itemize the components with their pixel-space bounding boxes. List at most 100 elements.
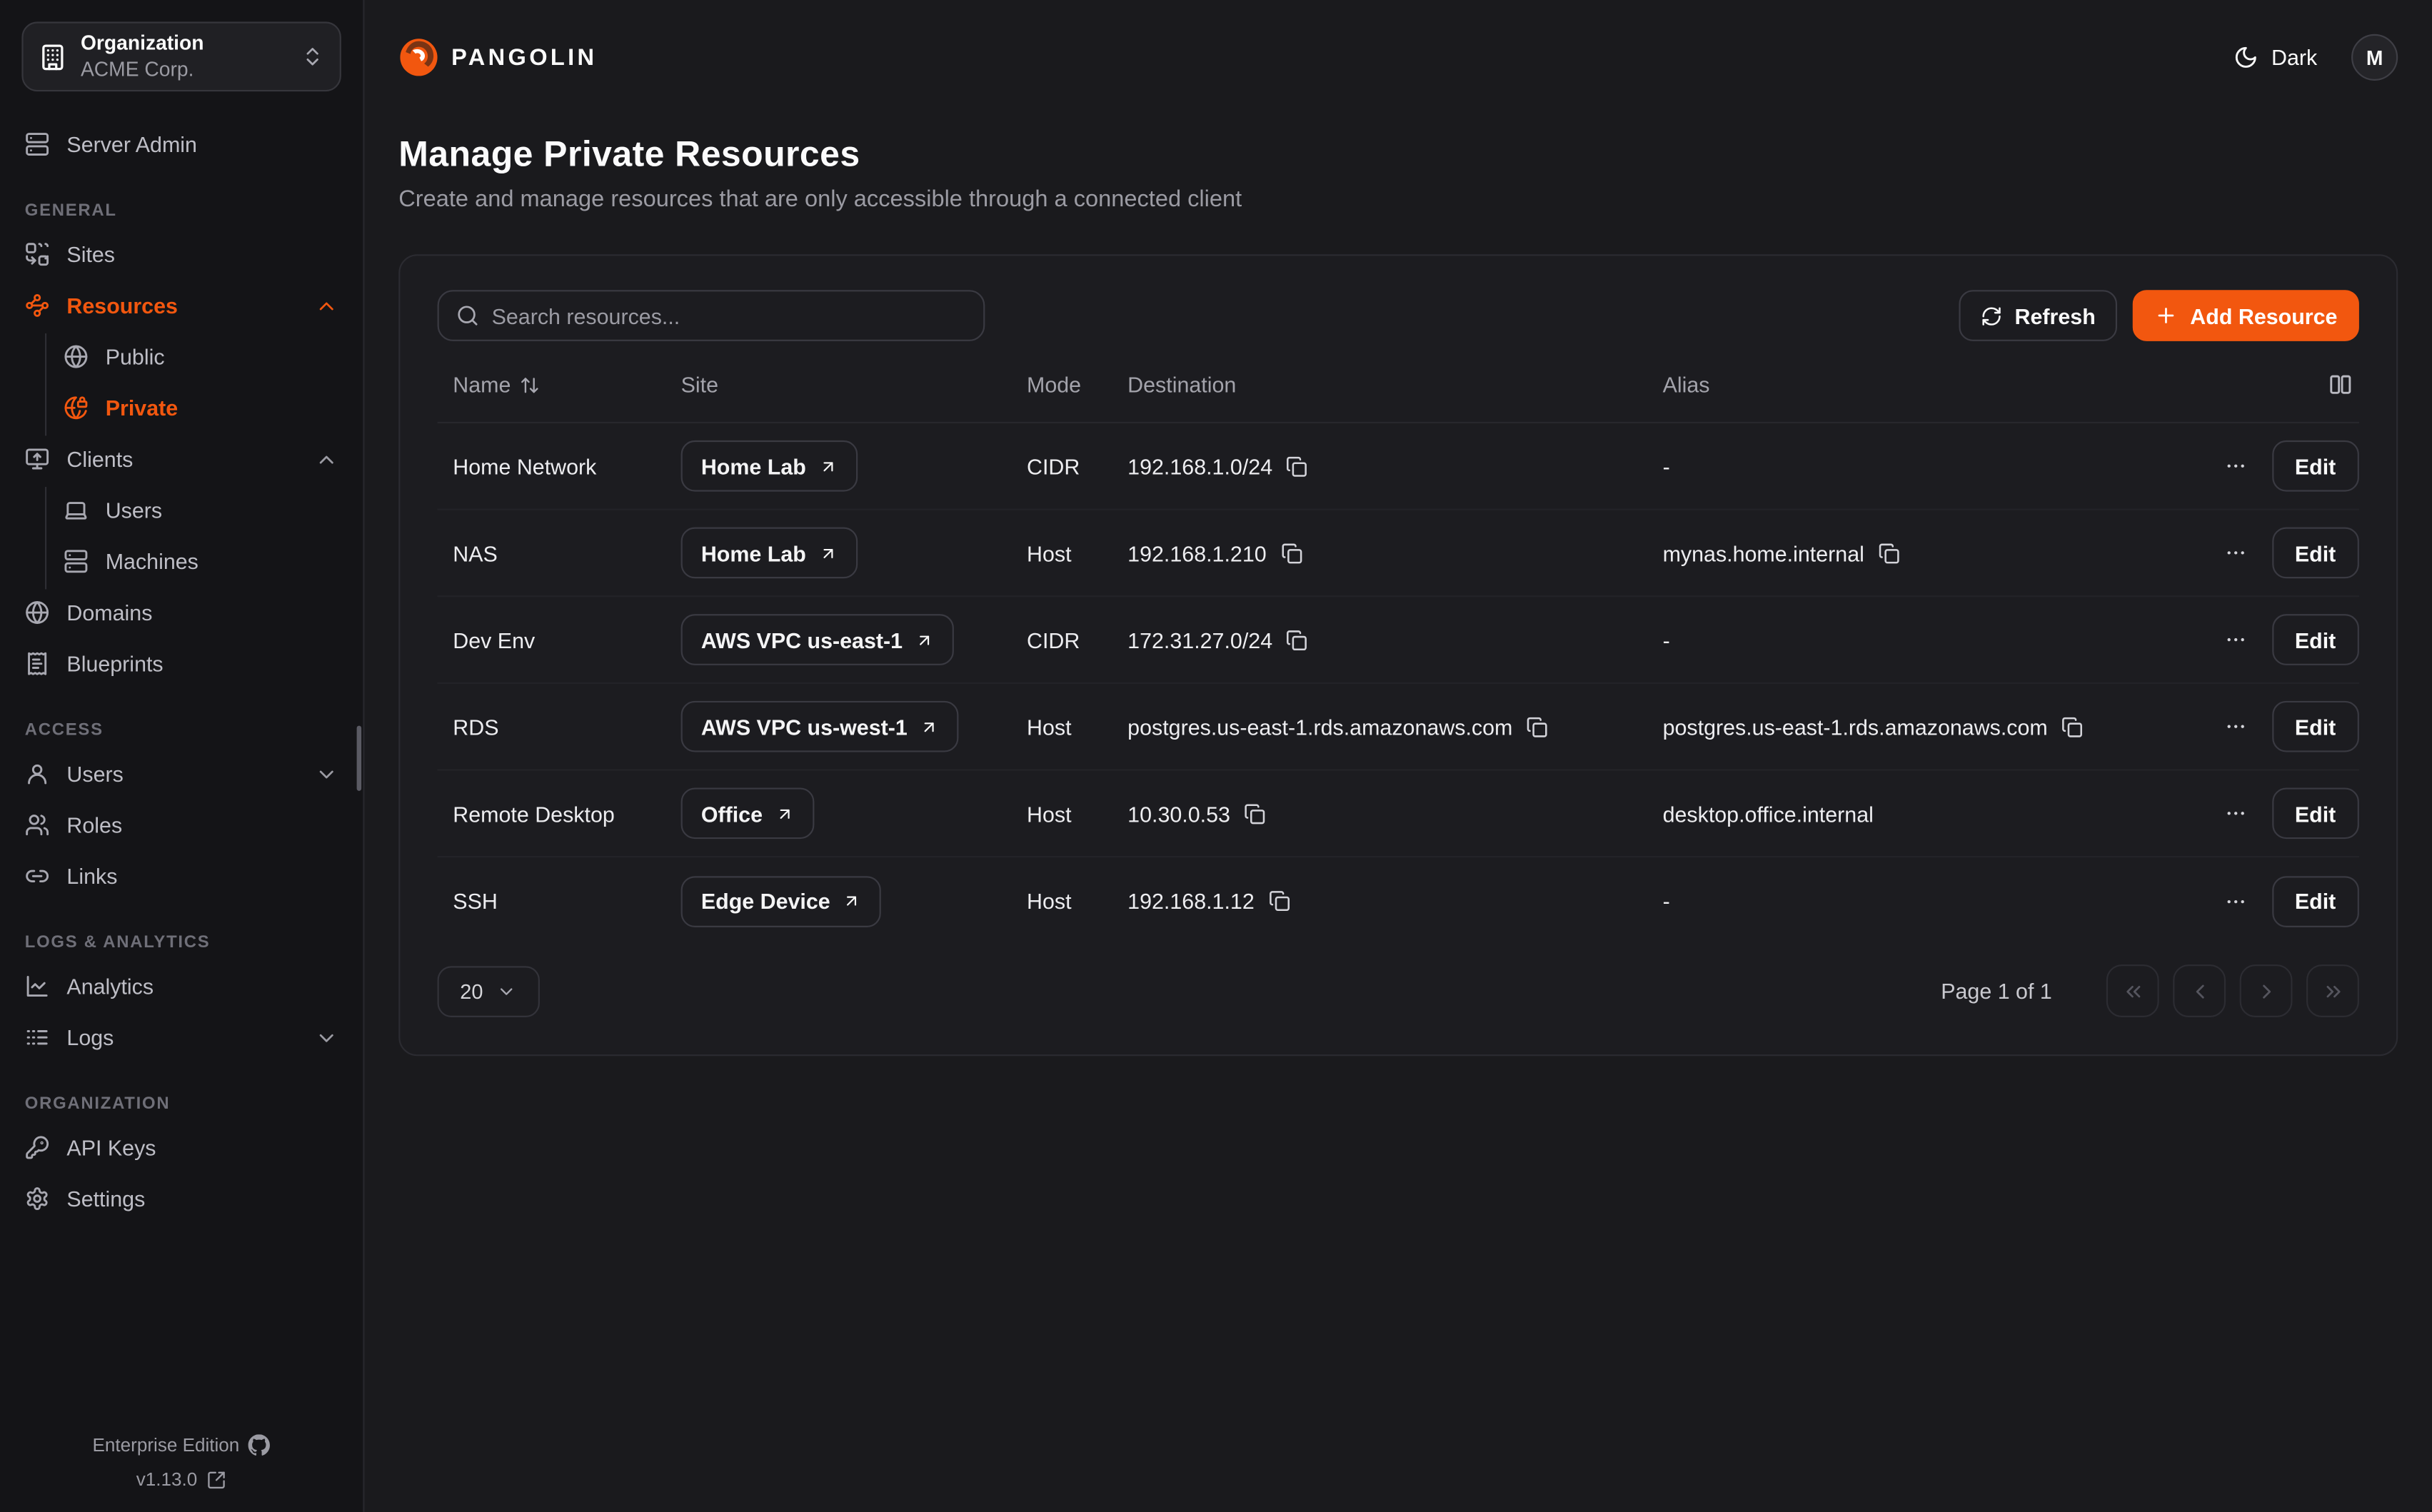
sidebar-item-private[interactable]: Private xyxy=(46,385,338,431)
resource-destination: 192.168.1.0/24 xyxy=(1127,453,1662,478)
row-menu-button[interactable] xyxy=(2224,454,2247,478)
resource-name: RDS xyxy=(453,714,680,739)
copy-icon[interactable] xyxy=(1280,542,1302,563)
resource-destination: 172.31.27.0/24 xyxy=(1127,628,1662,652)
add-resource-button[interactable]: Add Resource xyxy=(2133,290,2359,341)
org-selector-label: Organization xyxy=(81,31,287,56)
copy-icon[interactable] xyxy=(2061,715,2083,737)
site-link[interactable]: AWS VPC us-west-1 xyxy=(681,701,959,752)
row-menu-button[interactable] xyxy=(2224,541,2247,565)
site-link[interactable]: Home Lab xyxy=(681,528,858,579)
resource-destination: 192.168.1.210 xyxy=(1127,540,1662,565)
copy-icon[interactable] xyxy=(1244,802,1265,824)
sidebar-item-users[interactable]: Users xyxy=(25,750,338,797)
sidebar-item-analytics[interactable]: Analytics xyxy=(25,963,338,1009)
gear-icon xyxy=(25,1186,50,1211)
col-name: Name xyxy=(453,372,680,397)
sites-icon xyxy=(25,242,50,267)
edit-button[interactable]: Edit xyxy=(2271,528,2359,579)
resource-mode: Host xyxy=(1027,714,1127,739)
arrow-up-right-icon xyxy=(920,717,938,736)
globe-icon xyxy=(64,344,89,369)
building-icon xyxy=(39,43,66,71)
sidebar: Organization ACME Corp. Server Admin GEN… xyxy=(0,0,364,1512)
site-link[interactable]: Office xyxy=(681,787,814,839)
server-icon xyxy=(25,132,50,157)
first-page-button[interactable] xyxy=(2106,964,2159,1017)
toolbar: Refresh Add Resource xyxy=(438,290,2359,341)
sidebar-item-roles[interactable]: Roles xyxy=(25,802,338,848)
page-size-select[interactable]: 20 xyxy=(438,965,540,1017)
site-link[interactable]: Home Lab xyxy=(681,440,858,492)
sidebar-item-api-keys[interactable]: API Keys xyxy=(25,1124,338,1171)
sidebar-nav: Server Admin GENERAL Sites Resources Pub… xyxy=(0,91,363,1226)
copy-icon[interactable] xyxy=(1878,542,1899,563)
edit-button[interactable]: Edit xyxy=(2271,875,2359,927)
arrow-up-right-icon xyxy=(818,543,837,562)
sidebar-scrollbar[interactable] xyxy=(357,726,362,791)
search-input[interactable] xyxy=(492,303,967,328)
table-row: RDS AWS VPC us-west-1 Host postgres.us-e… xyxy=(438,684,2359,771)
page-title: Manage Private Resources xyxy=(398,133,2398,176)
copy-icon[interactable] xyxy=(1527,715,1548,737)
copy-icon[interactable] xyxy=(1287,455,1308,477)
sidebar-item-blueprints[interactable]: Blueprints xyxy=(25,640,338,687)
sidebar-item-clients[interactable]: Clients xyxy=(25,435,338,482)
edit-button[interactable]: Edit xyxy=(2271,440,2359,492)
laptop-icon xyxy=(64,498,89,523)
search-box xyxy=(438,290,985,341)
table-row: Home Network Home Lab CIDR 192.168.1.0/2… xyxy=(438,423,2359,510)
resource-mode: Host xyxy=(1027,889,1127,914)
main-content: PANGOLIN Dark M Manage Private Resources… xyxy=(364,0,2432,1512)
theme-label: Dark xyxy=(2271,45,2317,70)
globe-lock-icon xyxy=(64,395,89,420)
columns-icon[interactable] xyxy=(2328,372,2353,397)
version-link[interactable]: v1.13.0 xyxy=(0,1468,363,1490)
last-page-button[interactable] xyxy=(2306,964,2359,1017)
edit-button[interactable]: Edit xyxy=(2271,787,2359,839)
sidebar-item-settings[interactable]: Settings xyxy=(25,1176,338,1222)
copy-icon[interactable] xyxy=(1287,629,1308,650)
resource-alias: desktop.office.internal xyxy=(1663,801,2176,826)
sidebar-item-resources[interactable]: Resources xyxy=(25,282,338,328)
logs-icon xyxy=(25,1025,50,1050)
sidebar-item-client-users[interactable]: Users xyxy=(46,487,338,533)
monitor-up-icon xyxy=(25,447,50,472)
edit-button[interactable]: Edit xyxy=(2271,614,2359,665)
sidebar-item-logs[interactable]: Logs xyxy=(25,1014,338,1061)
row-menu-button[interactable] xyxy=(2224,889,2247,913)
sidebar-item-server-admin[interactable]: Server Admin xyxy=(25,121,338,167)
chevron-up-icon xyxy=(315,448,338,471)
brand: PANGOLIN xyxy=(398,37,597,77)
theme-toggle[interactable]: Dark xyxy=(2234,45,2317,70)
resource-destination: 10.30.0.53 xyxy=(1127,801,1662,826)
edit-button[interactable]: Edit xyxy=(2271,701,2359,752)
row-menu-button[interactable] xyxy=(2224,802,2247,825)
section-label-general: GENERAL xyxy=(25,201,338,220)
site-link[interactable]: Edge Device xyxy=(681,875,882,927)
edition-link[interactable]: Enterprise Edition xyxy=(0,1434,363,1456)
external-link-icon xyxy=(206,1469,226,1489)
org-selector[interactable]: Organization ACME Corp. xyxy=(21,21,341,91)
sidebar-item-public[interactable]: Public xyxy=(46,333,338,380)
avatar[interactable]: M xyxy=(2351,34,2398,81)
sidebar-item-sites[interactable]: Sites xyxy=(25,231,338,278)
resource-mode: Host xyxy=(1027,801,1127,826)
receipt-icon xyxy=(25,651,50,676)
app-window: Organization ACME Corp. Server Admin GEN… xyxy=(0,0,2432,1512)
chart-line-icon xyxy=(25,974,50,999)
table-row: Remote Desktop Office Host 10.30.0.53 de… xyxy=(438,771,2359,858)
row-menu-button[interactable] xyxy=(2224,715,2247,738)
refresh-button[interactable]: Refresh xyxy=(1959,290,2117,341)
copy-icon[interactable] xyxy=(1268,890,1290,912)
sidebar-item-machines[interactable]: Machines xyxy=(46,538,338,585)
sort-icon[interactable] xyxy=(520,375,540,395)
prev-page-button[interactable] xyxy=(2173,964,2226,1017)
sidebar-item-domains[interactable]: Domains xyxy=(25,589,338,635)
table-row: SSH Edge Device Host 192.168.1.12 - Edit xyxy=(438,857,2359,944)
sidebar-item-links[interactable]: Links xyxy=(25,853,338,899)
site-link[interactable]: AWS VPC us-east-1 xyxy=(681,614,954,665)
next-page-button[interactable] xyxy=(2240,964,2293,1017)
row-menu-button[interactable] xyxy=(2224,628,2247,652)
table-row: Dev Env AWS VPC us-east-1 CIDR 172.31.27… xyxy=(438,597,2359,684)
